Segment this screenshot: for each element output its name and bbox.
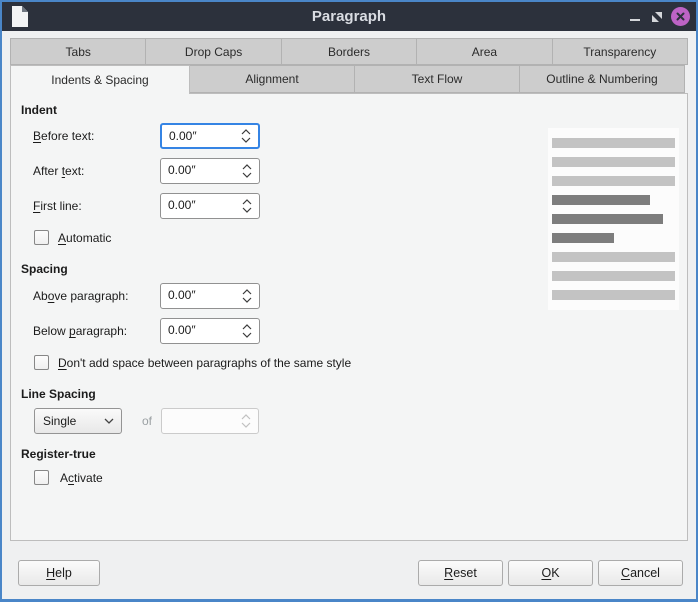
register-true-heading: Register-true (21, 447, 96, 461)
spin-up-icon[interactable] (241, 163, 253, 171)
spin-up-icon[interactable] (241, 288, 253, 296)
titlebar[interactable]: Paragraph (2, 2, 696, 31)
preview-bar (552, 214, 663, 224)
cancel-button[interactable]: Cancel (598, 560, 683, 586)
help-button-label: Help (46, 566, 72, 580)
tab-text-flow[interactable]: Text Flow (354, 65, 520, 93)
help-button[interactable]: Help (18, 560, 100, 586)
after-text-label: After text: (33, 164, 84, 178)
after-text-spin-buttons[interactable] (235, 159, 259, 183)
first-line-value: 0.00″ (161, 194, 235, 218)
line-spacing-of-value (162, 409, 234, 433)
preview-bar (552, 138, 675, 148)
below-paragraph-value: 0.00″ (161, 319, 235, 343)
of-label: of (142, 414, 152, 428)
tab-transparency[interactable]: Transparency (552, 38, 688, 65)
spin-up-icon[interactable] (240, 128, 252, 136)
paragraph-dialog: Paragraph Tabs Drop Caps Borders Area Tr… (0, 0, 698, 602)
spacing-heading: Spacing (21, 262, 68, 276)
restore-button[interactable] (647, 7, 666, 26)
spin-down-icon[interactable] (241, 171, 253, 179)
minimize-icon (630, 19, 640, 21)
below-paragraph-spinner[interactable]: 0.00″ (160, 318, 260, 344)
preview-bar (552, 195, 650, 205)
after-text-spinner[interactable]: 0.00″ (160, 158, 260, 184)
above-paragraph-value: 0.00″ (161, 284, 235, 308)
minimize-button[interactable] (625, 7, 644, 26)
before-text-spinner[interactable]: 0.00″ (160, 123, 260, 149)
preview-bar (552, 157, 675, 167)
first-line-spinner[interactable]: 0.00″ (160, 193, 260, 219)
preview-pane (548, 128, 679, 310)
close-button[interactable] (671, 7, 690, 26)
window-title: Paragraph (2, 2, 696, 31)
tab-area[interactable]: Area (416, 38, 552, 65)
spin-down-icon[interactable] (240, 136, 252, 144)
spin-down-icon (240, 421, 252, 429)
preview-bar (552, 290, 675, 300)
indents-spacing-page: Indent Before text: 0.00″ After text: 0.… (10, 93, 688, 541)
line-spacing-value: Single (35, 414, 97, 428)
cancel-button-label: Cancel (621, 566, 660, 580)
spin-down-icon[interactable] (241, 206, 253, 214)
activate-checkbox[interactable] (34, 470, 49, 485)
line-spacing-dropdown[interactable]: Single (34, 408, 122, 434)
spin-down-icon[interactable] (241, 331, 253, 339)
spin-down-icon[interactable] (241, 296, 253, 304)
below-paragraph-spin-buttons[interactable] (235, 319, 259, 343)
before-text-spin-buttons[interactable] (234, 125, 258, 147)
above-paragraph-label: Above paragraph: (33, 289, 128, 303)
activate-label[interactable]: Activate (60, 471, 103, 485)
dont-add-space-label[interactable]: Don't add space between paragraphs of th… (58, 356, 351, 370)
spin-up-icon[interactable] (241, 323, 253, 331)
close-icon (671, 7, 690, 26)
preview-bar (552, 176, 675, 186)
automatic-label[interactable]: Automatic (58, 231, 111, 245)
before-text-value: 0.00″ (162, 125, 234, 147)
automatic-checkbox[interactable] (34, 230, 49, 245)
ok-button[interactable]: OK (508, 560, 593, 586)
preview-bar (552, 252, 675, 262)
restore-icon (651, 11, 663, 23)
preview-bar (552, 233, 614, 243)
above-paragraph-spinner[interactable]: 0.00″ (160, 283, 260, 309)
before-text-label: Before text: (33, 129, 94, 143)
tab-borders[interactable]: Borders (281, 38, 417, 65)
below-paragraph-label: Below paragraph: (33, 324, 127, 338)
tab-drop-caps[interactable]: Drop Caps (145, 38, 281, 65)
ok-button-label: OK (541, 566, 559, 580)
tab-tabs[interactable]: Tabs (10, 38, 146, 65)
line-spacing-of-spin-buttons (234, 409, 258, 433)
first-line-spin-buttons[interactable] (235, 194, 259, 218)
tab-strip-secondary: Tabs Drop Caps Borders Area Transparency (10, 38, 688, 65)
reset-button-label: Reset (444, 566, 477, 580)
line-spacing-heading: Line Spacing (21, 387, 96, 401)
spin-up-icon[interactable] (241, 198, 253, 206)
preview-bar (552, 271, 675, 281)
tab-alignment[interactable]: Alignment (189, 65, 355, 93)
tab-outline-numbering[interactable]: Outline & Numbering (519, 65, 685, 93)
above-paragraph-spin-buttons[interactable] (235, 284, 259, 308)
dont-add-space-checkbox[interactable] (34, 355, 49, 370)
tab-indents-spacing[interactable]: Indents & Spacing (10, 65, 190, 94)
chevron-down-icon (97, 417, 121, 425)
line-spacing-of-spinner (161, 408, 259, 434)
after-text-value: 0.00″ (161, 159, 235, 183)
reset-button[interactable]: Reset (418, 560, 503, 586)
first-line-label: First line: (33, 199, 82, 213)
spin-up-icon (240, 413, 252, 421)
indent-heading: Indent (21, 103, 57, 117)
tab-strip-primary: Indents & Spacing Alignment Text Flow Ou… (10, 65, 688, 93)
